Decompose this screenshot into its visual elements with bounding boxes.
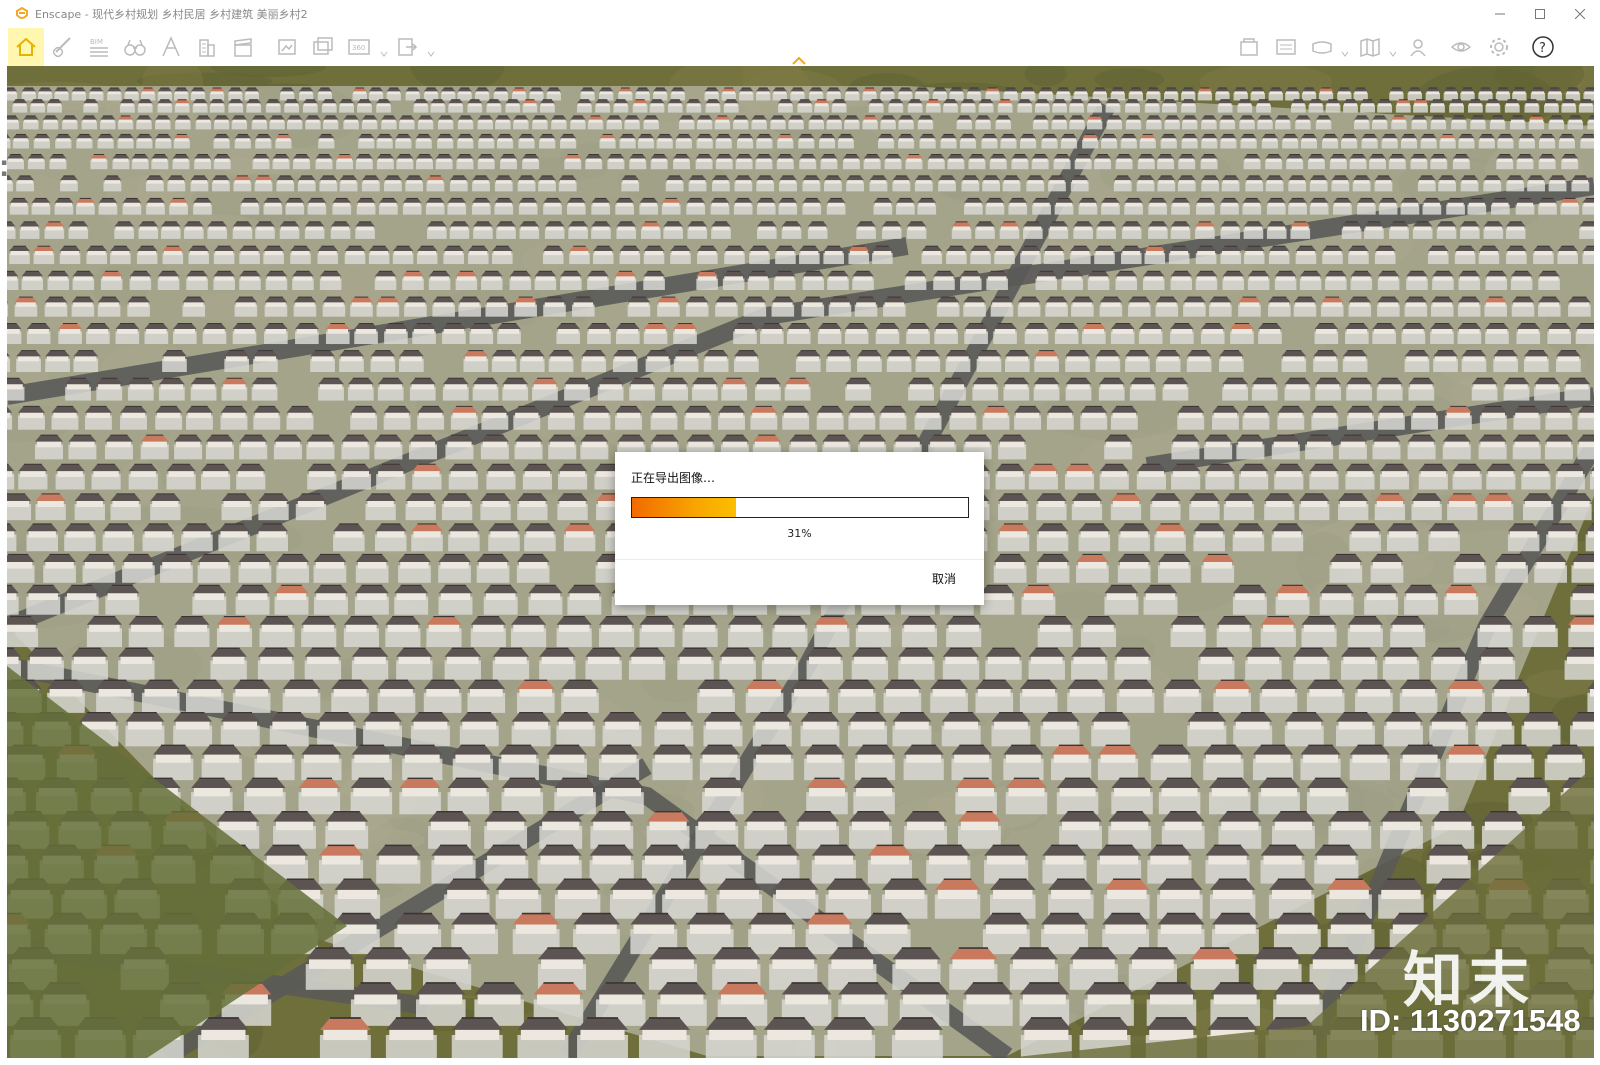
map-button[interactable] bbox=[1355, 32, 1385, 62]
clapper-button[interactable] bbox=[228, 32, 258, 62]
dialog-title: 正在导出图像… bbox=[631, 471, 716, 485]
clapper-icon bbox=[232, 36, 254, 58]
settings-gear-icon bbox=[1488, 36, 1510, 58]
panorama-button[interactable]: 360 bbox=[344, 32, 374, 62]
progress-percent-label: 31% bbox=[787, 527, 812, 540]
compass-icon bbox=[160, 36, 182, 58]
binoculars-icon bbox=[123, 36, 147, 58]
screenshot-icon bbox=[276, 36, 298, 58]
asset-library-icon bbox=[1238, 36, 1260, 58]
close-button[interactable] bbox=[1560, 0, 1600, 28]
link-button[interactable] bbox=[48, 32, 78, 62]
title-bar: Enscape - 现代乡村规划 乡村民居 乡村建筑 美丽乡村2 bbox=[0, 0, 1600, 28]
compass-button[interactable] bbox=[156, 32, 186, 62]
svg-text:360: 360 bbox=[352, 44, 365, 52]
map-icon bbox=[1359, 36, 1381, 58]
settings-button[interactable] bbox=[1484, 32, 1514, 62]
asset-library-button[interactable] bbox=[1234, 32, 1264, 62]
maximize-button[interactable] bbox=[1520, 0, 1560, 28]
collapse-toolbar-chevron-icon[interactable] bbox=[791, 51, 807, 65]
home-button[interactable] bbox=[8, 28, 44, 66]
export-button[interactable] bbox=[392, 32, 422, 62]
vr-dropdown-chevron-icon[interactable] bbox=[1341, 43, 1349, 57]
building-button[interactable] bbox=[192, 32, 222, 62]
window-controls bbox=[1480, 0, 1600, 28]
panorama-360-icon: 360 bbox=[347, 36, 371, 58]
collaboration-button[interactable] bbox=[1403, 32, 1433, 62]
vr-headset-icon bbox=[1311, 36, 1333, 58]
dialog-divider bbox=[615, 559, 984, 560]
window-title: Enscape - 现代乡村规划 乡村民居 乡村建筑 美丽乡村2 bbox=[35, 8, 308, 21]
panorama-dropdown-chevron-icon[interactable] bbox=[380, 43, 388, 57]
export-icon bbox=[396, 36, 418, 58]
window-bottom-border bbox=[0, 1058, 1600, 1065]
screenshot-button[interactable] bbox=[272, 32, 302, 62]
window-left-border bbox=[0, 66, 7, 1065]
eye-icon bbox=[1450, 36, 1472, 58]
map-dropdown-chevron-icon[interactable] bbox=[1389, 43, 1397, 57]
export-dropdown-chevron-icon[interactable] bbox=[427, 43, 435, 57]
bim-button[interactable]: BIM bbox=[84, 32, 114, 62]
vr-headset-button[interactable] bbox=[1307, 32, 1337, 62]
visual-settings-button[interactable] bbox=[1271, 32, 1301, 62]
minimize-button[interactable] bbox=[1480, 0, 1520, 28]
watermark-id: ID: 1130271548 bbox=[1360, 1003, 1581, 1038]
svg-text:?: ? bbox=[1539, 41, 1546, 56]
home-icon bbox=[15, 36, 37, 58]
progress-fill bbox=[632, 498, 737, 517]
export-progress-bar bbox=[631, 497, 969, 518]
visual-settings-icon bbox=[1275, 36, 1297, 58]
bim-icon: BIM bbox=[87, 36, 111, 58]
eye-button[interactable] bbox=[1446, 32, 1476, 62]
cancel-button[interactable]: 取消 bbox=[932, 570, 956, 587]
svg-text:BIM: BIM bbox=[90, 38, 103, 46]
batch-render-button[interactable] bbox=[308, 32, 338, 62]
window-right-border bbox=[1594, 66, 1600, 1065]
binoculars-button[interactable] bbox=[120, 32, 150, 62]
collaboration-icon bbox=[1407, 36, 1429, 58]
help-button[interactable]: ? bbox=[1528, 32, 1558, 62]
link-icon bbox=[52, 36, 74, 58]
batch-render-icon bbox=[312, 36, 334, 58]
help-icon: ? bbox=[1531, 35, 1555, 59]
enscape-logo-icon bbox=[15, 7, 29, 21]
export-progress-dialog: 正在导出图像… 31% 取消 bbox=[615, 452, 984, 605]
building-icon bbox=[196, 36, 218, 58]
